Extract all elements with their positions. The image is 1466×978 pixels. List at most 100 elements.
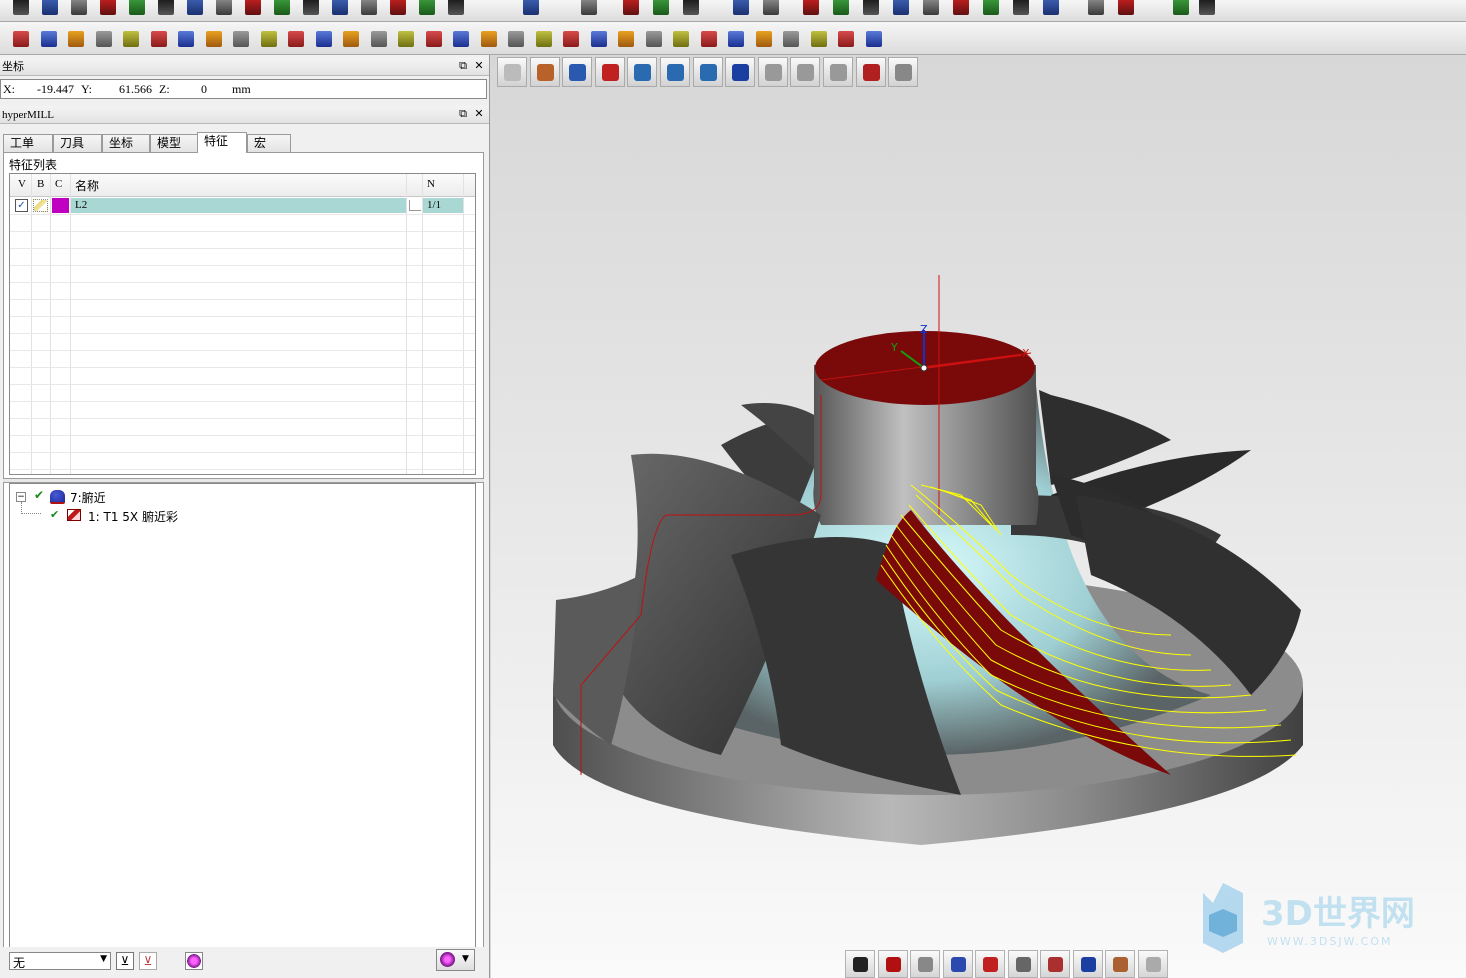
color-filter-icon[interactable] <box>185 952 203 970</box>
hypermill-tool-icon[interactable] <box>148 28 170 50</box>
tab-frames[interactable]: 坐标 <box>102 134 150 152</box>
hypermill-tool-icon[interactable] <box>450 28 472 50</box>
hypermill-tool-icon[interactable] <box>533 28 555 50</box>
hypermill-tool-icon[interactable] <box>560 28 582 50</box>
hypermill-tool-icon[interactable] <box>230 28 252 50</box>
feature-link-icon[interactable] <box>409 200 421 211</box>
hypermill-tool-icon[interactable] <box>698 28 720 50</box>
filter-icon[interactable]: ⊻ <box>116 952 134 970</box>
main-tool-icon[interactable] <box>445 0 467 18</box>
main-tool-icon[interactable] <box>1040 0 1062 18</box>
main-tool-icon[interactable] <box>155 0 177 18</box>
hypermill-tool-icon[interactable] <box>835 28 857 50</box>
main-tool-icon[interactable] <box>830 0 852 18</box>
main-tool-icon[interactable] <box>760 0 782 18</box>
tab-jobs[interactable]: 工单 <box>3 134 53 152</box>
collapse-icon[interactable]: − <box>16 492 26 502</box>
main-tool-icon[interactable] <box>1115 0 1137 18</box>
main-tool-icon[interactable] <box>680 0 702 18</box>
hypermill-tool-icon[interactable] <box>505 28 527 50</box>
main-tool-icon[interactable] <box>860 0 882 18</box>
hypermill-tool-icon[interactable] <box>615 28 637 50</box>
visible-checkbox[interactable]: ✓ <box>15 199 28 212</box>
view-toolbar-icon[interactable] <box>1105 950 1135 978</box>
hypermill-tool-icon[interactable] <box>478 28 500 50</box>
main-tool-icon[interactable] <box>300 0 322 18</box>
column-c[interactable]: C <box>55 178 62 190</box>
tab-features[interactable]: 特征 <box>197 132 247 153</box>
hypermill-tool-icon[interactable] <box>93 28 115 50</box>
main-tool-icon[interactable] <box>242 0 264 18</box>
main-tool-icon[interactable] <box>10 0 32 18</box>
main-tool-icon[interactable] <box>578 0 600 18</box>
main-tool-icon[interactable] <box>416 0 438 18</box>
main-tool-icon[interactable] <box>1196 0 1218 18</box>
filter-clear-icon[interactable]: ⊻ <box>139 952 157 970</box>
restore-icon[interactable]: ⧉ <box>456 107 470 121</box>
hypermill-tool-icon[interactable] <box>725 28 747 50</box>
view-toolbar-icon[interactable] <box>877 950 908 978</box>
table-row[interactable]: ✓ L2 1/1 <box>10 198 475 214</box>
view-toolbar-icon[interactable] <box>1072 950 1103 978</box>
view-toolbar-icon[interactable] <box>845 950 875 978</box>
view-toolbar-icon[interactable] <box>975 950 1005 978</box>
hypermill-tool-icon[interactable] <box>588 28 610 50</box>
main-tool-icon[interactable] <box>358 0 380 18</box>
tab-macros[interactable]: 宏 <box>247 134 291 152</box>
main-tool-icon[interactable] <box>68 0 90 18</box>
graphics-viewport[interactable]: Z X Y 3D世界网 WWW.3DSJW.COM <box>491 55 1466 978</box>
main-tool-icon[interactable] <box>329 0 351 18</box>
main-tool-icon[interactable] <box>620 0 642 18</box>
color-picker-dropdown[interactable]: ▼ <box>436 949 475 971</box>
hypermill-tool-icon[interactable] <box>10 28 32 50</box>
hypermill-tool-icon[interactable] <box>65 28 87 50</box>
main-tool-icon[interactable] <box>1085 0 1107 18</box>
main-tool-icon[interactable] <box>520 0 542 18</box>
hypermill-tool-icon[interactable] <box>863 28 885 50</box>
view-toolbar-icon[interactable] <box>942 950 973 978</box>
view-toolbar-icon[interactable] <box>910 950 940 978</box>
column-v[interactable]: V <box>18 178 26 190</box>
main-tool-icon[interactable] <box>97 0 119 18</box>
hypermill-tool-icon[interactable] <box>203 28 225 50</box>
tab-tools[interactable]: 刀具 <box>53 134 102 152</box>
main-tool-icon[interactable] <box>184 0 206 18</box>
hypermill-tool-icon[interactable] <box>780 28 802 50</box>
hypermill-tool-icon[interactable] <box>38 28 60 50</box>
main-tool-icon[interactable] <box>890 0 912 18</box>
close-icon[interactable]: ✕ <box>472 107 486 121</box>
hypermill-tool-icon[interactable] <box>753 28 775 50</box>
tab-models[interactable]: 模型 <box>150 134 198 152</box>
view-toolbar-icon[interactable] <box>1007 950 1038 978</box>
filter-select[interactable]: 无 ▼ <box>9 952 111 970</box>
main-tool-icon[interactable] <box>730 0 752 18</box>
main-tool-icon[interactable] <box>39 0 61 18</box>
hypermill-tool-icon[interactable] <box>808 28 830 50</box>
main-tool-icon[interactable] <box>920 0 942 18</box>
main-tool-icon[interactable] <box>980 0 1002 18</box>
hypermill-tool-icon[interactable] <box>423 28 445 50</box>
main-tool-icon[interactable] <box>126 0 148 18</box>
view-toolbar-icon[interactable] <box>1137 950 1168 978</box>
column-name[interactable]: 名称 <box>75 177 99 194</box>
hypermill-tool-icon[interactable] <box>313 28 335 50</box>
close-icon[interactable]: ✕ <box>472 59 486 73</box>
main-tool-icon[interactable] <box>650 0 672 18</box>
main-tool-icon[interactable] <box>1170 0 1192 18</box>
hypermill-tool-icon[interactable] <box>395 28 417 50</box>
hypermill-tool-icon[interactable] <box>120 28 142 50</box>
main-tool-icon[interactable] <box>950 0 972 18</box>
hypermill-tool-icon[interactable] <box>258 28 280 50</box>
hypermill-tool-icon[interactable] <box>368 28 390 50</box>
view-toolbar-icon[interactable] <box>1040 950 1070 978</box>
main-tool-icon[interactable] <box>800 0 822 18</box>
restore-icon[interactable]: ⧉ <box>456 59 470 73</box>
hypermill-tool-icon[interactable] <box>643 28 665 50</box>
feature-color-swatch[interactable] <box>52 198 69 213</box>
hypermill-tool-icon[interactable] <box>285 28 307 50</box>
main-tool-icon[interactable] <box>387 0 409 18</box>
hypermill-tool-icon[interactable] <box>175 28 197 50</box>
hypermill-tool-icon[interactable] <box>340 28 362 50</box>
main-tool-icon[interactable] <box>213 0 235 18</box>
main-tool-icon[interactable] <box>1010 0 1032 18</box>
